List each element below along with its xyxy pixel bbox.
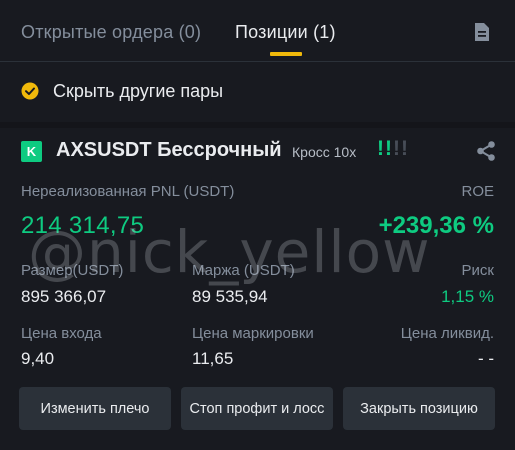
unrealized-pnl-value: 214 314,75: [21, 212, 145, 239]
section-divider: [0, 122, 515, 128]
risk-label: Риск: [461, 262, 494, 279]
position-symbol[interactable]: AXSUSDT Бессрочный: [56, 139, 282, 162]
hide-other-pairs-label: Скрыть другие пары: [53, 80, 224, 101]
close-position-button[interactable]: Закрыть позицию: [343, 387, 495, 430]
document-icon[interactable]: [472, 22, 492, 42]
roe-label: ROE: [461, 183, 494, 200]
margin-value: 89 535,94: [192, 287, 268, 306]
roe-value: +239,36 %: [378, 212, 494, 239]
tab-open-orders[interactable]: Открытые ордера (0): [21, 22, 201, 43]
adl-indicator: !!!!: [377, 137, 409, 161]
adjust-leverage-button[interactable]: Изменить плечо: [19, 387, 171, 430]
risk-value: 1,15 %: [441, 287, 494, 306]
position-header: K AXSUSDT Бессрочный Кросс 10x !!!!: [21, 137, 497, 168]
position-side-badge: K: [21, 141, 42, 162]
adl-active-bars: !!: [377, 137, 393, 160]
adl-inactive-bars: !!: [393, 137, 409, 160]
tab-positions[interactable]: Позиции (1): [235, 22, 336, 43]
size-value: 895 366,07: [21, 287, 107, 306]
active-tab-indicator: [270, 52, 302, 56]
tab-bar: Открытые ордера (0) Позиции (1): [0, 0, 515, 62]
size-label: Размер(USDT): [21, 262, 124, 279]
margin-label: Маржа (USDT): [192, 262, 295, 279]
margin-mode-label: Кросс 10x: [292, 144, 357, 160]
mark-price-label: Цена маркировки: [192, 325, 314, 342]
entry-price-label: Цена входа: [21, 325, 102, 342]
entry-price-value: 9,40: [21, 349, 55, 368]
unrealized-pnl-label: Нереализованная PNL (USDT): [21, 183, 235, 200]
hide-other-pairs-toggle[interactable]: Скрыть другие пары: [21, 78, 223, 104]
check-circle-icon: [21, 82, 39, 100]
tp-sl-button[interactable]: Стоп профит и лосс: [181, 387, 333, 430]
liq-price-label: Цена ликвид.: [400, 325, 494, 342]
share-icon[interactable]: [475, 140, 497, 162]
liq-price-value: - -: [477, 349, 494, 368]
mark-price-value: 11,65: [192, 349, 234, 368]
